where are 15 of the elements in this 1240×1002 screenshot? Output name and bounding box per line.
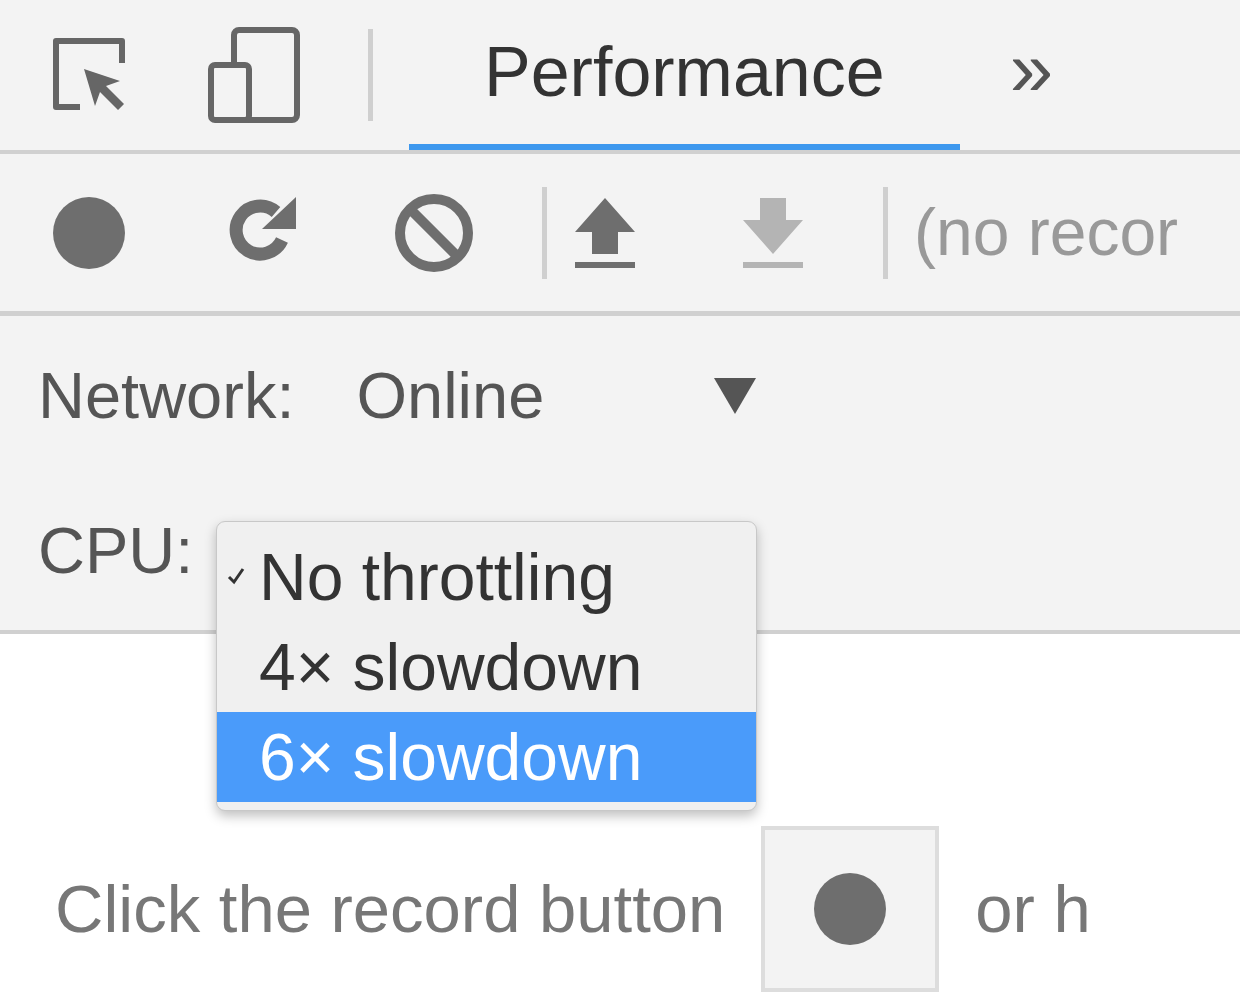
record-icon bbox=[813, 872, 888, 946]
clear-icon[interactable] bbox=[394, 192, 474, 273]
device-icon[interactable] bbox=[208, 27, 300, 123]
network-select[interactable]: Online bbox=[356, 347, 757, 445]
status-text: (no recor bbox=[914, 194, 1179, 271]
caret-icon bbox=[714, 378, 757, 414]
cpu-label: CPU: bbox=[38, 513, 194, 590]
hint-text: Click the record button bbox=[55, 869, 726, 948]
hint-text: or h bbox=[975, 869, 1091, 948]
check-icon bbox=[227, 567, 245, 585]
network-label: Network: bbox=[38, 358, 295, 435]
record-icon[interactable] bbox=[52, 195, 126, 270]
more-tabs-button[interactable]: » bbox=[1009, 29, 1054, 107]
menu-item[interactable]: 4× slowdown bbox=[217, 622, 756, 712]
menu-item[interactable]: No throttling bbox=[217, 532, 756, 622]
